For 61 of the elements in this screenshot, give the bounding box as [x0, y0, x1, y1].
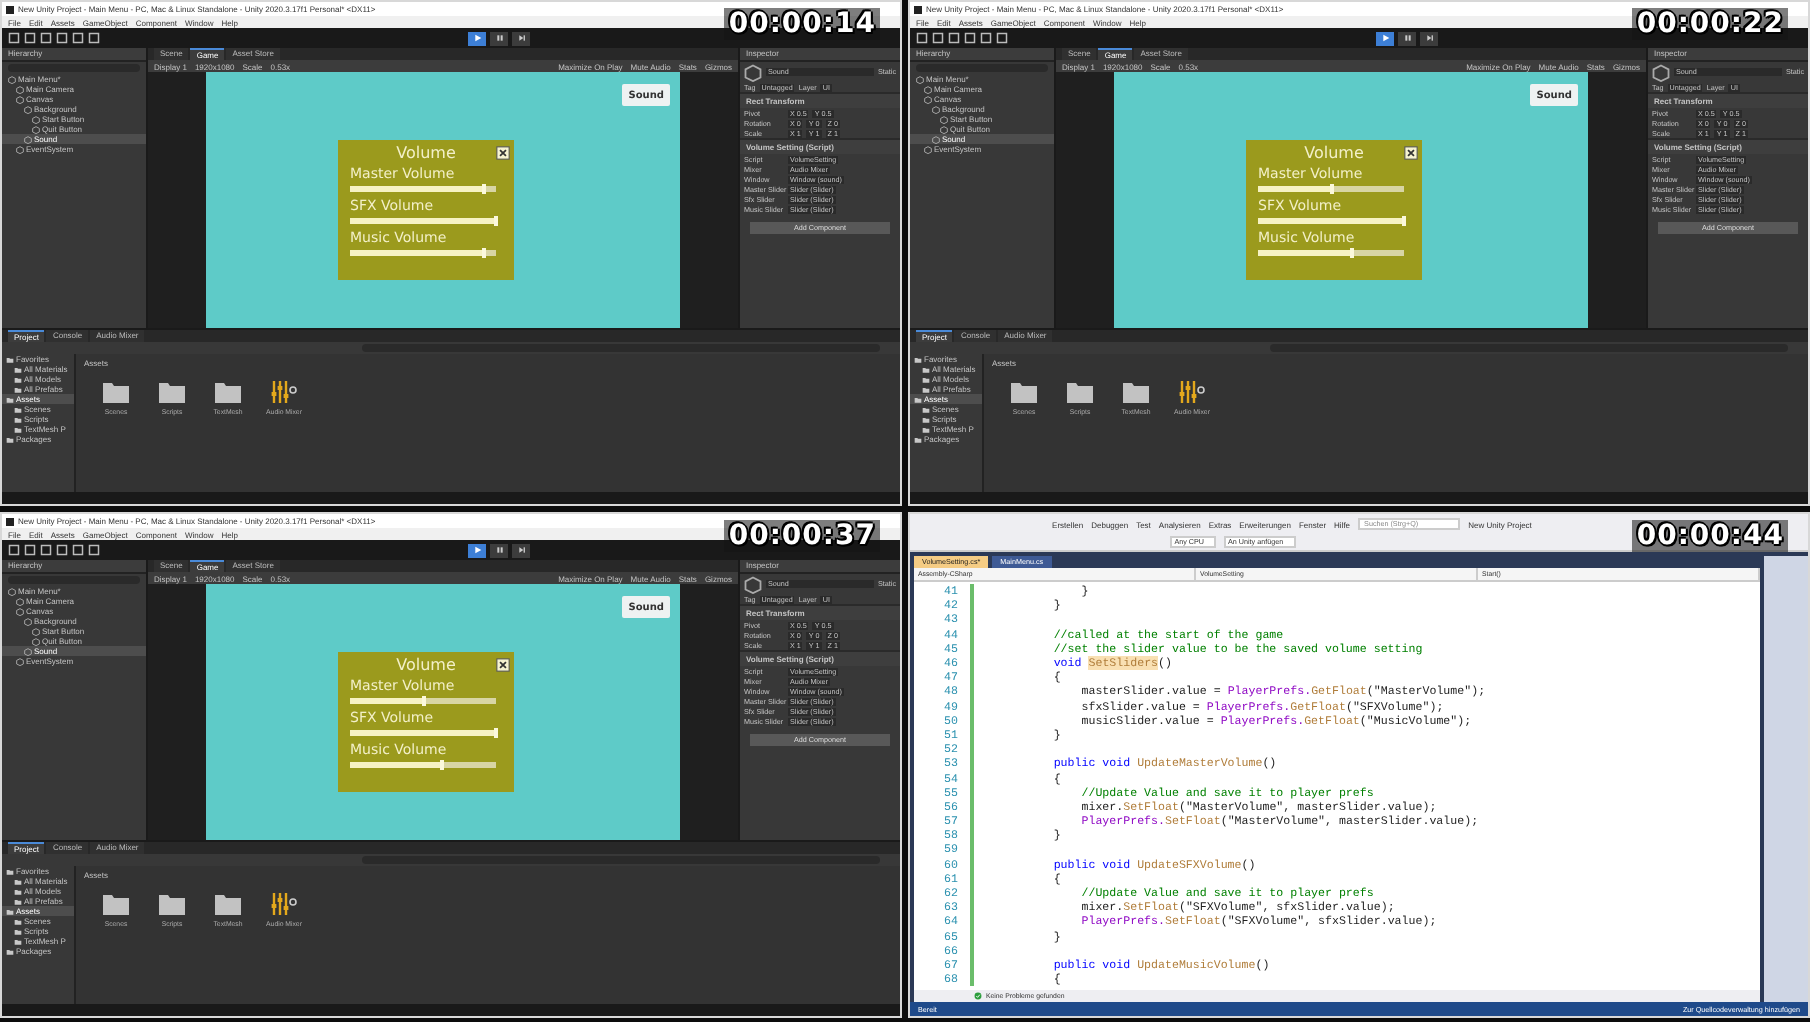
mixer-icon[interactable]	[270, 892, 298, 916]
app-icon	[6, 517, 14, 525]
app-icon	[914, 5, 922, 13]
panel-title: Volume	[1304, 144, 1364, 164]
play-button[interactable]	[468, 31, 486, 45]
step-button[interactable]	[1420, 31, 1438, 45]
video-timestamp: 00:00:44	[1632, 520, 1788, 552]
pause-icon	[495, 546, 503, 554]
folder-icon[interactable]	[1010, 380, 1038, 404]
folder-icon[interactable]	[214, 380, 242, 404]
volume-slider[interactable]	[350, 218, 496, 224]
play-button[interactable]	[468, 543, 486, 557]
slider-handle[interactable]	[494, 728, 498, 738]
volume-slider[interactable]	[1258, 250, 1404, 256]
volume-slider[interactable]	[350, 762, 496, 768]
folder-icon[interactable]	[158, 892, 186, 916]
step-icon	[517, 34, 525, 42]
cube-icon	[1652, 63, 1670, 81]
step-icon	[1425, 34, 1433, 42]
folder-icon[interactable]	[102, 380, 130, 404]
slider-handle[interactable]	[1349, 248, 1354, 258]
play-button[interactable]	[1376, 31, 1394, 45]
volume-slider[interactable]	[350, 698, 496, 704]
panel-title: Volume	[396, 144, 456, 164]
close-icon[interactable]	[1404, 146, 1418, 160]
volume-slider[interactable]	[350, 186, 496, 192]
play-icon	[1381, 34, 1389, 42]
folder-icon[interactable]	[158, 380, 186, 404]
pause-icon	[1403, 34, 1411, 42]
pause-icon	[495, 34, 503, 42]
slider-handle[interactable]	[439, 760, 444, 770]
cube-icon	[744, 63, 762, 81]
slider-handle[interactable]	[482, 248, 487, 258]
step-button[interactable]	[512, 543, 530, 557]
folder-icon[interactable]	[1066, 380, 1094, 404]
pause-button[interactable]	[1398, 31, 1416, 45]
volume-slider[interactable]	[1258, 218, 1404, 224]
close-icon[interactable]	[496, 146, 510, 160]
mixer-icon[interactable]	[1178, 380, 1206, 404]
mixer-icon[interactable]	[270, 380, 298, 404]
slider-handle[interactable]	[1329, 184, 1333, 194]
app-icon	[6, 5, 14, 13]
cube-icon	[744, 575, 762, 593]
play-icon	[473, 546, 481, 554]
play-icon	[473, 34, 481, 42]
step-icon	[517, 546, 525, 554]
folder-icon[interactable]	[1122, 380, 1150, 404]
folder-icon[interactable]	[102, 892, 130, 916]
volume-slider[interactable]	[1258, 186, 1404, 192]
pause-button[interactable]	[490, 31, 508, 45]
slider-handle[interactable]	[494, 216, 498, 226]
folder-icon[interactable]	[214, 892, 242, 916]
pause-button[interactable]	[490, 543, 508, 557]
slider-handle[interactable]	[1402, 216, 1406, 226]
close-icon[interactable]	[496, 658, 510, 672]
slider-handle[interactable]	[482, 184, 487, 194]
volume-slider[interactable]	[350, 730, 496, 736]
panel-title: Volume	[396, 656, 456, 676]
volume-slider[interactable]	[350, 250, 496, 256]
step-button[interactable]	[512, 31, 530, 45]
slider-handle[interactable]	[421, 696, 425, 706]
